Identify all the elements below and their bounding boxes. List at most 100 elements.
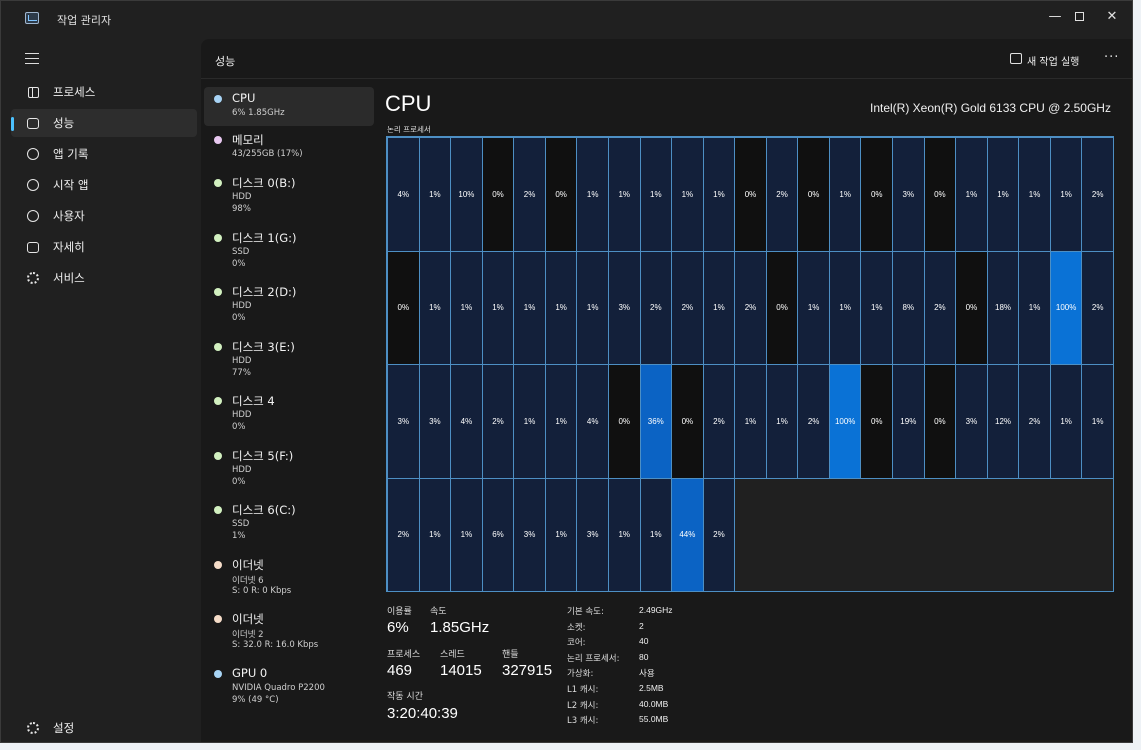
sidebar-item-label: 자세히 [53, 240, 85, 254]
logical-processor-cell: 2% [923, 250, 957, 365]
logical-processor-cell: 2% [734, 250, 767, 365]
logical-processor-cell: 1% [607, 137, 641, 252]
device-subtitle: 이더넷 2 [232, 630, 264, 640]
spec-label: 소켓: [567, 622, 586, 633]
sidebar-item-users[interactable]: 사용자 [11, 202, 197, 230]
logical-processor-cell: 1% [418, 250, 452, 365]
users-icon [26, 209, 40, 223]
device-name: 디스크 6(C:) [232, 503, 296, 517]
window-title: 작업 관리자 [57, 14, 112, 27]
speed-value: 1.85GHz [430, 619, 490, 636]
device-name: GPU 0 [232, 666, 268, 680]
logical-processor-cell: 0% [671, 364, 704, 479]
device-item[interactable]: 디스크 5(F:) HDD 0% [204, 444, 374, 496]
device-item[interactable]: 디스크 3(E:) HDD 77% [204, 335, 374, 387]
spec-value: 40 [639, 636, 649, 647]
spec-label: L1 캐시: [567, 685, 599, 695]
device-status-dot-icon [214, 452, 222, 460]
spec-value: 2.49GHz [639, 605, 673, 615]
logical-processor-cell: 4% [576, 364, 609, 479]
performance-icon [26, 116, 40, 130]
logical-processor-cell: 0% [481, 137, 515, 252]
hamburger-menu-icon[interactable] [25, 53, 39, 64]
uptime-label: 작동 시간 [387, 692, 423, 702]
main-content: 성능 새 작업 실행 ··· CPU 6% 1.85GHz 메모리 43/255GB … [201, 39, 1132, 742]
logical-processor-cell: 1% [860, 250, 894, 365]
logical-processor-cell: 1% [639, 137, 673, 252]
uptime-value: 3:20:40:39 [387, 705, 458, 722]
logical-processor-cell: 0% [544, 137, 578, 252]
logical-processor-cell: 1% [450, 477, 483, 592]
sidebar-item-processes[interactable]: 프로세스 [11, 78, 197, 106]
more-options-button[interactable]: ··· [1104, 50, 1119, 65]
spec-value: 2.5MB [639, 683, 664, 693]
processes-icon [26, 85, 40, 99]
device-detail: S: 32.0 R: 16.0 Kbps [232, 640, 319, 650]
device-status-dot-icon [214, 561, 222, 569]
device-status-dot-icon [214, 343, 222, 351]
device-status-dot-icon [214, 506, 222, 514]
sidebar-item-label: 프로세스 [53, 85, 96, 99]
device-item[interactable]: 이더넷 이더넷 6 S: 0 R: 0 Kbps [204, 553, 374, 605]
device-item[interactable]: 디스크 1(G:) SSD 0% [204, 226, 374, 278]
device-name: CPU [232, 91, 256, 105]
sidebar-item-label: 서비스 [53, 271, 85, 285]
logical-processor-cell: 0% [860, 364, 894, 479]
sidebar: 프로세스성능앱 기록시작 앱사용자자세히서비스 설정 [1, 39, 201, 742]
device-item[interactable]: CPU 6% 1.85GHz [204, 87, 374, 126]
device-item[interactable]: GPU 0 NVIDIA Quadro P2200 9% (49 °C) [204, 662, 374, 714]
maximize-icon [1074, 11, 1084, 21]
sidebar-item-performance[interactable]: 성능 [11, 109, 197, 137]
details-icon [26, 240, 40, 254]
sidebar-item-details[interactable]: 자세히 [11, 233, 197, 261]
device-subtitle: HDD [232, 410, 252, 420]
device-name: 디스크 0(B:) [232, 176, 296, 190]
logical-processor-cell: 2% [765, 137, 799, 252]
logical-processor-cell: 1% [418, 137, 452, 252]
logical-processor-cell: 3% [892, 137, 925, 252]
logical-processor-cell: 3% [513, 477, 546, 592]
close-button[interactable]: ✕ [1089, 1, 1132, 31]
logical-processor-cell: 0% [955, 250, 988, 365]
logical-processor-cell: 1% [1049, 364, 1083, 479]
logical-processor-cell: 1% [734, 364, 767, 479]
logical-processor-cell: 1% [765, 364, 799, 479]
logical-processor-cell: 4% [387, 137, 420, 252]
logical-processor-cell: 1% [702, 137, 736, 252]
logical-processor-cell: 1% [418, 477, 452, 592]
sidebar-item-app-history[interactable]: 앱 기록 [11, 140, 197, 168]
logical-processor-cell: 3% [955, 364, 988, 479]
device-detail: S: 0 R: 0 Kbps [232, 586, 292, 596]
logical-processor-cell: 100% [1049, 250, 1083, 365]
logical-processor-cell: 2% [513, 137, 546, 252]
device-item[interactable]: 디스크 2(D:) HDD 0% [204, 280, 374, 332]
task-manager-app-icon [25, 12, 39, 24]
logical-processor-cell: 2% [702, 477, 736, 592]
logical-processor-cell: 36% [639, 364, 673, 479]
logical-processor-cell: 2% [671, 250, 704, 365]
sidebar-item-settings[interactable]: 설정 [11, 714, 197, 742]
device-name: 디스크 3(E:) [232, 340, 295, 354]
device-name: 디스크 2(D:) [232, 285, 297, 299]
device-name: 디스크 4 [232, 394, 275, 408]
title-bar: 작업 관리자 — ✕ [1, 1, 1132, 39]
device-subtitle: 43/255GB (17%) [232, 149, 303, 159]
services-icon [26, 271, 40, 285]
device-item[interactable]: 디스크 6(C:) SSD 1% [204, 498, 374, 550]
sidebar-item-services[interactable]: 서비스 [11, 264, 197, 292]
spec-label: 코어: [567, 638, 586, 649]
sidebar-item-label: 성능 [53, 116, 75, 130]
run-new-task-button[interactable]: 새 작업 실행 [1027, 53, 1079, 68]
logical-processor-cell: 10% [450, 137, 483, 252]
device-item[interactable]: 디스크 4 HDD 0% [204, 389, 374, 441]
spec-value: 40.0MB [639, 698, 669, 709]
device-list: CPU 6% 1.85GHz 메모리 43/255GB (17%) 디스크 0(B:) H… [201, 87, 379, 737]
logical-processor-cell: 6% [481, 477, 515, 592]
device-subtitle: 이더넷 6 [232, 576, 264, 586]
logical-processor-cell: 1% [544, 250, 578, 365]
device-item[interactable]: 이더넷 이더넷 2 S: 32.0 R: 16.0 Kbps [204, 607, 374, 659]
sidebar-item-startup[interactable]: 시작 앱 [11, 171, 197, 199]
device-status-dot-icon [214, 179, 222, 187]
device-item[interactable]: 디스크 0(B:) HDD 98% [204, 171, 374, 223]
sidebar-item-label: 설정 [53, 721, 75, 735]
